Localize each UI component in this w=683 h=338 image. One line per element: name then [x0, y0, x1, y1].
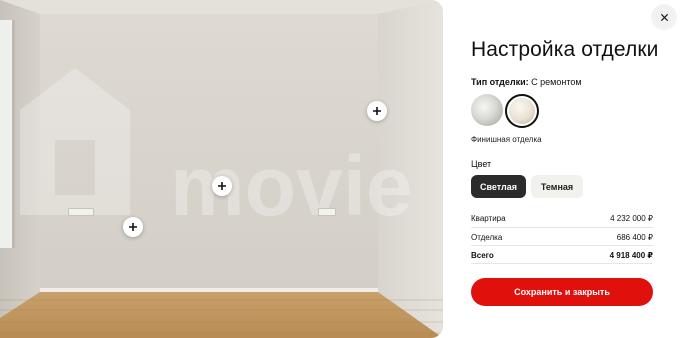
- finish-caption: Финишная отделка: [471, 135, 542, 144]
- price-value: 686 400 ₽: [616, 233, 653, 242]
- color-label: Цвет: [471, 159, 492, 169]
- room-preview: movie: [0, 0, 443, 338]
- plus-icon: [373, 107, 381, 115]
- close-button[interactable]: [651, 4, 677, 30]
- price-value: 4 232 000 ₽: [610, 214, 653, 223]
- price-label: Всего: [471, 251, 494, 260]
- price-value: 4 918 400 ₽: [609, 251, 653, 260]
- close-icon: [660, 13, 668, 21]
- price-label: Отделка: [471, 233, 503, 242]
- wall-socket: [318, 208, 336, 216]
- price-label: Квартира: [471, 214, 506, 223]
- hotspot-button[interactable]: [123, 217, 143, 237]
- save-and-close-button[interactable]: Сохранить и закрыть: [471, 278, 653, 306]
- price-row-finish: Отделка 686 400 ₽: [471, 233, 653, 242]
- plus-icon: [218, 182, 226, 190]
- finish-swatch-beige-selected[interactable]: [505, 94, 539, 128]
- price-row-total: Всего 4 918 400 ₽: [471, 251, 653, 260]
- finish-type-value: С ремонтом: [531, 77, 582, 87]
- wall-socket: [68, 208, 94, 216]
- color-option-dark[interactable]: Темная: [531, 175, 583, 198]
- panel-title: Настройка отделки: [471, 38, 659, 61]
- finish-type-label: Тип отделки:: [471, 77, 529, 87]
- hotspot-button[interactable]: [367, 101, 387, 121]
- color-option-light[interactable]: Светлая: [471, 175, 526, 198]
- room-image: movie: [0, 0, 443, 338]
- plus-icon: [129, 223, 137, 231]
- finish-swatch-white[interactable]: [471, 94, 503, 126]
- divider: [471, 227, 653, 228]
- watermark-text: movie: [170, 139, 413, 233]
- divider: [471, 263, 653, 264]
- finish-type-row: Тип отделки: С ремонтом: [471, 77, 582, 87]
- divider: [471, 245, 653, 246]
- hotspot-button[interactable]: [212, 176, 232, 196]
- price-row-apartment: Квартира 4 232 000 ₽: [471, 214, 653, 223]
